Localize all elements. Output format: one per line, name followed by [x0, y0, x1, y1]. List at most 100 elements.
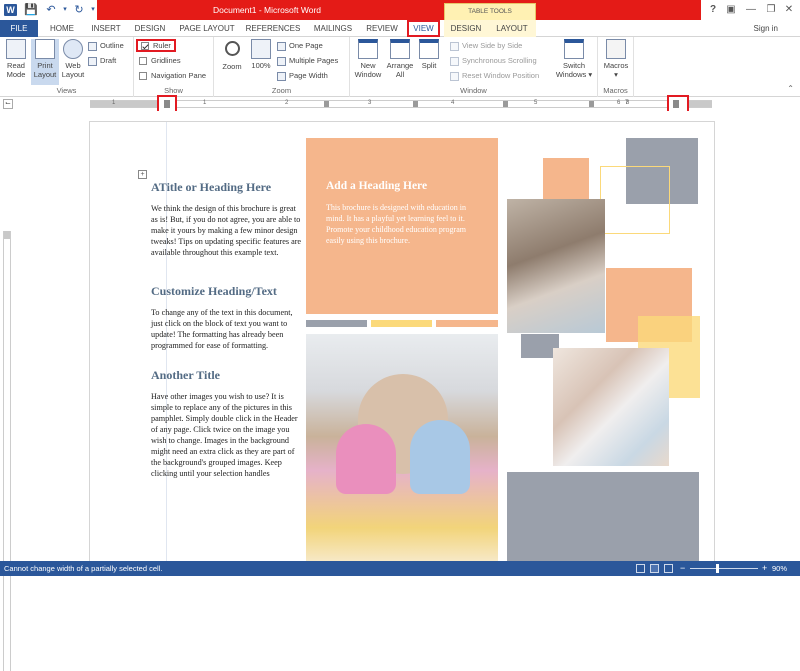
ruler-label: Ruler — [153, 41, 171, 50]
zoom-out-icon[interactable]: − — [680, 563, 685, 573]
panel-text: This brochure is designed with education… — [326, 203, 466, 245]
chalk-photo[interactable] — [507, 199, 605, 333]
column-marker[interactable] — [324, 101, 329, 107]
heading-3[interactable]: Another Title — [151, 368, 220, 383]
tab-review[interactable]: REVIEW — [364, 20, 400, 37]
tab-home[interactable]: HOME — [44, 20, 80, 37]
ruler-number: 6 — [617, 100, 621, 106]
right-indent-marker — [673, 100, 679, 108]
multiple-pages-button[interactable]: Multiple Pages — [277, 55, 338, 67]
ruler-checkbox[interactable]: Ruler — [136, 39, 176, 52]
read-mode-label: Read Mode — [6, 61, 26, 79]
heading-1[interactable]: ATitle or Heading Here — [151, 180, 271, 195]
split-icon — [419, 39, 439, 59]
print-layout-view-icon[interactable] — [650, 564, 659, 573]
outline-icon — [88, 41, 97, 51]
zoom-level[interactable]: 90% — [772, 564, 787, 573]
minimize-icon[interactable]: — — [744, 3, 758, 17]
macros-icon — [606, 39, 626, 59]
tab-mailings[interactable]: MAILINGS — [306, 20, 360, 37]
switch-windows-button[interactable]: Switch Windows ▾ — [554, 39, 594, 79]
split-label: Split — [421, 61, 437, 70]
left-indent-marker — [164, 100, 170, 108]
zoom-100-button[interactable]: 100% — [248, 39, 274, 70]
help-icon[interactable]: ? — [706, 3, 720, 17]
peach-accent-block — [543, 158, 589, 200]
undo-icon[interactable]: ↶ — [44, 3, 58, 17]
one-page-button[interactable]: One Page — [277, 40, 323, 52]
sign-in-link[interactable]: Sign in — [754, 24, 778, 33]
table-move-handle-icon[interactable]: + — [138, 170, 147, 179]
zoom-in-icon[interactable]: + — [762, 563, 767, 573]
read-mode-icon — [6, 39, 26, 59]
page-width-button[interactable]: Page Width — [277, 70, 328, 82]
draft-button[interactable]: Draft — [88, 55, 116, 67]
tab-page-layout[interactable]: PAGE LAYOUT — [176, 20, 238, 37]
gray-bottom-block — [507, 472, 699, 561]
read-mode-view-icon[interactable] — [636, 564, 645, 573]
paragraph-2[interactable]: To change any of the text in this docume… — [151, 307, 303, 351]
heading-2[interactable]: Customize Heading/Text — [151, 284, 277, 299]
paragraph-3[interactable]: Have other images you wish to use? It is… — [151, 391, 303, 479]
divider-bar-yellow — [371, 320, 432, 327]
tab-selector-icon[interactable]: ⌙ — [3, 99, 13, 109]
arrange-all-button[interactable]: Arrange All — [384, 39, 416, 79]
tab-insert[interactable]: INSERT — [86, 20, 126, 37]
tab-design[interactable]: DESIGN — [130, 20, 170, 37]
save-icon[interactable]: 💾 — [24, 3, 38, 17]
new-window-button[interactable]: New Window — [352, 39, 384, 79]
new-window-label: New Window — [354, 61, 382, 79]
restore-icon[interactable]: ❐ — [764, 3, 778, 17]
vertical-ruler[interactable] — [3, 231, 11, 671]
synchronous-scrolling-button[interactable]: Synchronous Scrolling — [450, 55, 537, 67]
reset-window-position-button[interactable]: Reset Window Position — [450, 70, 539, 82]
tab-file[interactable]: FILE — [0, 20, 38, 37]
web-layout-button[interactable]: Web Layout — [61, 39, 85, 79]
drawing-photo[interactable] — [553, 348, 669, 466]
navigation-pane-checkbox[interactable]: Navigation Pane — [139, 70, 206, 82]
split-button[interactable]: Split — [416, 39, 442, 70]
outline-button[interactable]: Outline — [88, 40, 124, 52]
horizontal-ruler[interactable]: 1 1 2 3 4 5 6 7 8 9 — [90, 100, 712, 108]
column-marker[interactable] — [589, 101, 594, 107]
paragraph-1[interactable]: We think the design of this brochure is … — [151, 203, 303, 258]
switch-windows-icon — [564, 39, 584, 59]
zoom-label: Zoom — [222, 62, 242, 71]
ruler-number: 2 — [285, 100, 289, 106]
zoom-slider-thumb[interactable] — [716, 564, 719, 573]
print-layout-icon — [35, 39, 55, 59]
child-hands-photo[interactable] — [306, 334, 498, 561]
tab-view[interactable]: VIEW — [407, 20, 440, 37]
draft-label: Draft — [100, 56, 117, 65]
views-group: Read Mode Print Layout Web Layout Outlin… — [0, 37, 134, 97]
magnifier-icon — [224, 41, 240, 56]
draft-icon — [88, 56, 97, 66]
column-marker[interactable] — [413, 101, 418, 107]
read-mode-button[interactable]: Read Mode — [3, 39, 29, 79]
arrange-all-label: Arrange All — [386, 61, 414, 79]
macros-button[interactable]: Macros ▾ — [602, 39, 630, 79]
zoom-button[interactable]: Zoom — [220, 39, 244, 71]
redo-icon[interactable]: ↻ — [72, 3, 86, 17]
ribbon: Read Mode Print Layout Web Layout Outlin… — [0, 37, 800, 97]
views-group-label: Views — [56, 86, 77, 95]
tab-references[interactable]: REFERENCES — [244, 20, 302, 37]
document-page[interactable]: + ATitle or Heading Here We think the de… — [89, 121, 715, 561]
tab-table-layout[interactable]: LAYOUT — [488, 20, 536, 37]
collapse-ribbon-icon[interactable]: ⌃ — [787, 84, 794, 93]
column-marker[interactable] — [503, 101, 508, 107]
web-layout-icon — [63, 39, 83, 59]
tab-table-design[interactable]: DESIGN — [444, 20, 488, 37]
print-layout-button[interactable]: Print Layout — [31, 39, 59, 85]
peach-heading-panel[interactable]: Add a Heading Here This brochure is desi… — [306, 138, 498, 314]
view-side-by-side-label: View Side by Side — [462, 41, 523, 50]
ribbon-display-options-icon[interactable]: ▣ — [724, 3, 738, 17]
view-side-by-side-button[interactable]: View Side by Side — [450, 40, 522, 52]
gridlines-checkbox[interactable]: Gridlines — [139, 55, 181, 67]
undo-dropdown-icon[interactable]: ▾ — [58, 3, 72, 17]
close-icon[interactable]: ✕ — [782, 3, 796, 17]
zoom-slider[interactable] — [690, 568, 758, 569]
multiple-pages-label: Multiple Pages — [289, 56, 339, 65]
web-layout-view-icon[interactable] — [664, 564, 673, 573]
ruler-check-icon — [141, 42, 149, 51]
